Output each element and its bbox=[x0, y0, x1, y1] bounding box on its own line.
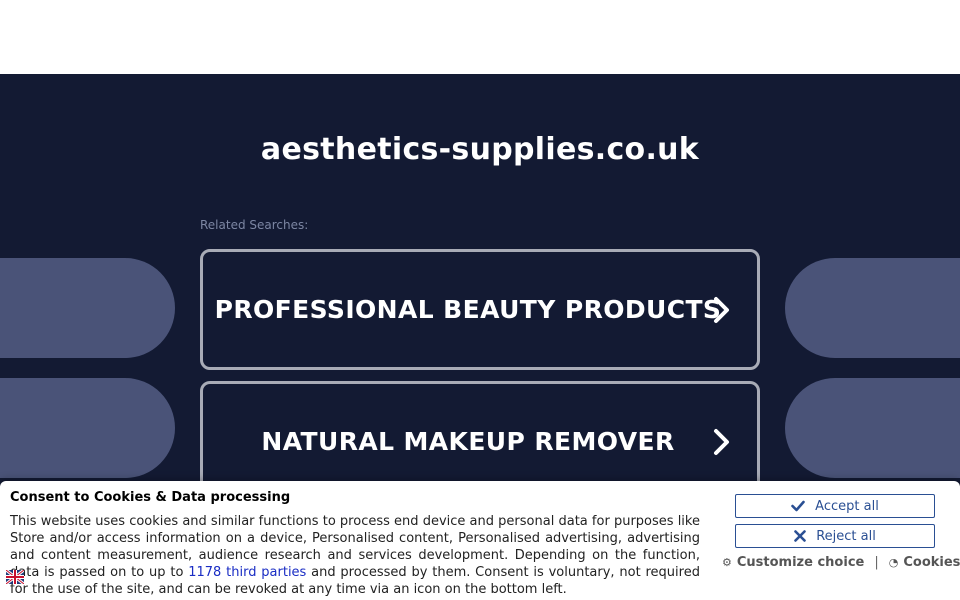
consent-text: This website uses cookies and similar fu… bbox=[10, 513, 700, 598]
decor-shape-right-2 bbox=[785, 378, 960, 478]
accept-all-label: Accept all bbox=[815, 498, 879, 514]
related-searches-label: Related Searches: bbox=[200, 218, 309, 232]
related-search-button-1[interactable]: PROFESSIONAL BEAUTY PRODUCTS bbox=[200, 249, 760, 370]
top-blank-area bbox=[0, 0, 960, 74]
decor-shape-left-2 bbox=[0, 378, 175, 478]
reject-all-label: Reject all bbox=[816, 528, 876, 544]
third-parties-link[interactable]: 1178 third parties bbox=[188, 565, 306, 580]
consent-links: ⚙ Customize choice | ◔ Cookies bbox=[722, 555, 960, 570]
cookies-label: Cookies bbox=[903, 555, 960, 570]
uk-flag-icon[interactable] bbox=[6, 570, 24, 584]
cookie-icon: ◔ bbox=[888, 556, 899, 569]
related-search-label: NATURAL MAKEUP REMOVER bbox=[261, 427, 675, 456]
gear-icon: ⚙ bbox=[722, 556, 732, 569]
check-icon bbox=[791, 500, 805, 512]
x-icon bbox=[794, 530, 806, 542]
consent-title: Consent to Cookies & Data processing bbox=[10, 490, 291, 505]
site-title: aesthetics-supplies.co.uk bbox=[260, 132, 700, 167]
link-separator: | bbox=[874, 555, 879, 570]
customize-choice-link[interactable]: ⚙ Customize choice bbox=[722, 555, 864, 570]
related-search-label: PROFESSIONAL BEAUTY PRODUCTS bbox=[214, 295, 722, 324]
chevron-right-icon bbox=[714, 428, 729, 455]
customize-choice-label: Customize choice bbox=[736, 555, 865, 570]
decor-shape-left-1 bbox=[0, 258, 175, 358]
reject-all-button[interactable]: Reject all bbox=[735, 524, 935, 548]
decor-shape-right-1 bbox=[785, 258, 960, 358]
accept-all-button[interactable]: Accept all bbox=[735, 494, 935, 518]
cookie-consent-banner: Consent to Cookies & Data processing Thi… bbox=[0, 481, 960, 600]
cookies-link[interactable]: ◔ Cookies bbox=[889, 555, 960, 570]
chevron-right-icon bbox=[714, 296, 729, 323]
